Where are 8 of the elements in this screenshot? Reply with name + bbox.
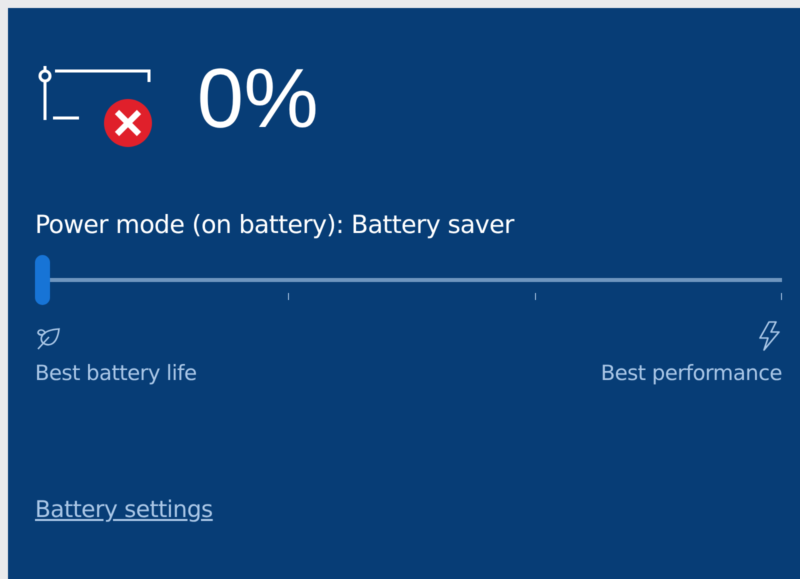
battery-icon: [38, 64, 150, 122]
slider-thumb[interactable]: [35, 255, 50, 305]
min-label: Best battery life: [35, 361, 197, 385]
battery-settings-link[interactable]: Battery settings: [35, 497, 213, 523]
power-mode-label: Power mode (on battery): Battery saver: [35, 210, 516, 239]
max-label: Best performance: [600, 361, 782, 385]
battery-percentage: 0%: [197, 56, 318, 140]
power-mode-slider[interactable]: [35, 255, 782, 307]
